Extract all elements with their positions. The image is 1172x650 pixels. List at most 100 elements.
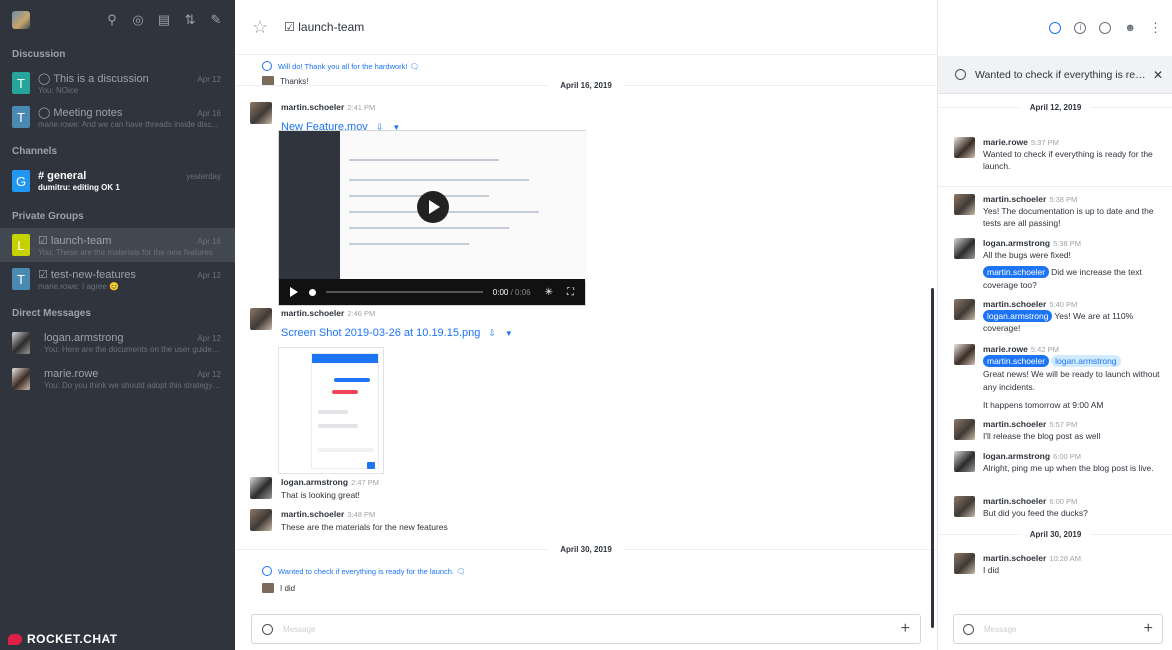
message-username[interactable]: martin.schoeler xyxy=(983,299,1046,309)
sidebar-item-date: Apr 12 xyxy=(197,370,221,379)
room-avatar: L xyxy=(12,234,30,256)
screenshot-preview xyxy=(311,353,379,469)
day-divider-label: April 16, 2019 xyxy=(560,81,612,90)
message-username[interactable]: martin.schoeler xyxy=(983,194,1046,204)
sidebar-item-launch-team[interactable]: L ☑ launch-team Apr 16 You: These are the… xyxy=(0,228,235,262)
sidebar-item-test-new-features[interactable]: T ☑ test-new-features Apr 12 marie.rowe: … xyxy=(0,262,235,296)
create-new-icon[interactable]: ✎ xyxy=(209,12,223,28)
message-username[interactable]: logan.armstrong xyxy=(281,477,348,487)
sidebar-header: ⚲ ◎ ▤ ⇅ ✎ xyxy=(0,0,235,40)
avatar[interactable] xyxy=(954,451,975,472)
thread-message: marie.rowe 5:37 PM Wanted to check if eve… xyxy=(954,137,1164,173)
avatar[interactable] xyxy=(954,419,975,440)
threads-icon[interactable] xyxy=(1049,21,1062,34)
play-icon[interactable] xyxy=(417,191,449,223)
sidebar-item-preview: You: Here are the documents on the user … xyxy=(44,345,221,354)
avatar[interactable] xyxy=(954,496,975,517)
thread-message: martin.schoeler 5:40 PM logan.armstrong Ye… xyxy=(954,299,1164,335)
chevron-down-icon[interactable]: ▼ xyxy=(505,329,513,338)
message-username[interactable]: logan.armstrong xyxy=(983,238,1050,248)
sidebar-item-marie-rowe[interactable]: marie.rowe Apr 12 You: Do you think we s… xyxy=(0,361,235,397)
avatar[interactable] xyxy=(954,238,975,259)
mention-chip[interactable]: logan.armstrong xyxy=(983,310,1053,322)
sidebar-item-logan-armstrong[interactable]: logan.armstrong Apr 12 You: Here are the… xyxy=(0,325,235,361)
fullscreen-icon[interactable]: ⛶ xyxy=(567,287,574,298)
members-icon[interactable]: ☻ xyxy=(1124,22,1136,34)
star-icon[interactable]: ☆ xyxy=(252,17,268,38)
mention-chip[interactable]: martin.schoeler xyxy=(983,266,1050,279)
seek-bar[interactable] xyxy=(326,291,483,293)
kebab-icon[interactable]: ⋮ xyxy=(1149,20,1162,36)
message-text: Wanted to check if everything is ready f… xyxy=(983,149,1153,172)
message-username[interactable]: logan.armstrong xyxy=(983,451,1050,461)
sidebar-item-this-is-a-discussion[interactable]: T ◯ This is a discussion Apr 12 You: NOic… xyxy=(0,66,235,100)
message-time: 2:46 PM xyxy=(347,309,376,318)
avatar[interactable] xyxy=(954,299,975,320)
info-icon[interactable]: i xyxy=(1074,21,1087,34)
avatar[interactable] xyxy=(954,137,975,158)
message-username[interactable]: martin.schoeler xyxy=(281,102,344,112)
screenshot-bubble xyxy=(334,378,370,382)
message-username[interactable]: martin.schoeler xyxy=(983,419,1046,429)
lock-icon: ☑ xyxy=(38,234,48,247)
emoji-icon[interactable] xyxy=(262,623,273,635)
sidebar-item-label: logan.armstrong xyxy=(44,332,124,344)
discussion-icon: ◯ xyxy=(38,106,51,119)
message-username[interactable]: martin.schoeler xyxy=(983,553,1046,563)
thread-icon xyxy=(262,566,272,576)
message-input[interactable]: Message xyxy=(283,625,901,634)
plus-icon[interactable]: + xyxy=(1144,620,1153,638)
directory-icon[interactable]: ◎ xyxy=(131,12,145,28)
thread-message-input[interactable]: Message xyxy=(984,625,1144,634)
avatar[interactable] xyxy=(954,344,975,365)
video-controls: 0:00 / 0:06 ✳ ⛶ xyxy=(279,279,585,305)
scrollbar[interactable] xyxy=(931,288,934,628)
thread-quote-text: Will do! Thank you all for the hardwork!… xyxy=(278,61,420,71)
message-username[interactable]: marie.rowe xyxy=(983,344,1028,354)
message-text: Alright, ping me up when the blog post i… xyxy=(983,463,1154,473)
sidebar-item-meeting-notes[interactable]: T ◯ Meeting notes Apr 16 marie.rowe: And … xyxy=(0,100,235,134)
user-avatar[interactable] xyxy=(12,11,30,29)
day-divider: April 12, 2019 xyxy=(938,103,1172,112)
message-time: 10:28 AM xyxy=(1049,554,1082,563)
close-icon[interactable]: ✕ xyxy=(1153,68,1163,82)
section-private-groups: Private Groups xyxy=(12,211,84,222)
day-divider: April 16, 2019 xyxy=(235,81,937,90)
avatar[interactable] xyxy=(250,509,272,531)
thread-message: martin.schoeler 10:28 AM I did xyxy=(954,553,1164,576)
thread-composer[interactable]: Message + xyxy=(953,614,1163,644)
attachment-link[interactable]: Screen Shot 2019-03-26 at 10.19.15.png xyxy=(281,327,480,339)
message-composer[interactable]: Message + xyxy=(251,614,921,644)
mute-icon[interactable]: ✳ xyxy=(545,287,553,298)
message-username[interactable]: martin.schoeler xyxy=(983,496,1046,506)
search-icon[interactable]: ⚲ xyxy=(105,12,119,28)
video-player[interactable]: 0:00 / 0:06 ✳ ⛶ xyxy=(278,130,587,306)
plus-icon[interactable]: + xyxy=(901,620,910,638)
mention-chip[interactable]: martin.schoeler xyxy=(983,355,1050,367)
thread-quote[interactable]: Wanted to check if everything is ready f… xyxy=(262,566,466,576)
avatar[interactable] xyxy=(250,477,272,499)
image-attachment[interactable] xyxy=(278,347,384,474)
download-icon[interactable]: ⇩ xyxy=(488,328,496,339)
thread-message: martin.schoeler 5:57 PM I'll release the … xyxy=(954,419,1164,442)
message: logan.armstrong 2:47 PM That is looking g… xyxy=(250,477,379,501)
mention-chip[interactable]: logan.armstrong xyxy=(1051,355,1121,367)
message-username[interactable]: martin.schoeler xyxy=(281,308,344,318)
avatar[interactable] xyxy=(954,194,975,215)
message-username[interactable]: marie.rowe xyxy=(983,137,1028,147)
message-time: 5:42 PM xyxy=(1030,345,1059,354)
sort-icon[interactable]: ⇅ xyxy=(183,12,197,28)
sidebar-item-general[interactable]: G # general yesterday dumitru: editing OK… xyxy=(0,163,235,199)
rocket-chat-logo: ROCKET.CHAT xyxy=(8,632,118,646)
room-avatar: T xyxy=(12,72,30,94)
avatar[interactable] xyxy=(250,308,272,330)
avatar[interactable] xyxy=(250,102,272,124)
emoji-icon[interactable] xyxy=(963,623,974,635)
view-mode-icon[interactable]: ▤ xyxy=(157,12,171,28)
message-username[interactable]: martin.schoeler xyxy=(281,509,344,519)
thread-quote[interactable]: Will do! Thank you all for the hardwork!… xyxy=(262,61,419,71)
seek-handle[interactable] xyxy=(309,288,316,296)
avatar[interactable] xyxy=(954,553,975,574)
play-button[interactable] xyxy=(290,287,298,297)
search-icon[interactable] xyxy=(1099,21,1112,34)
